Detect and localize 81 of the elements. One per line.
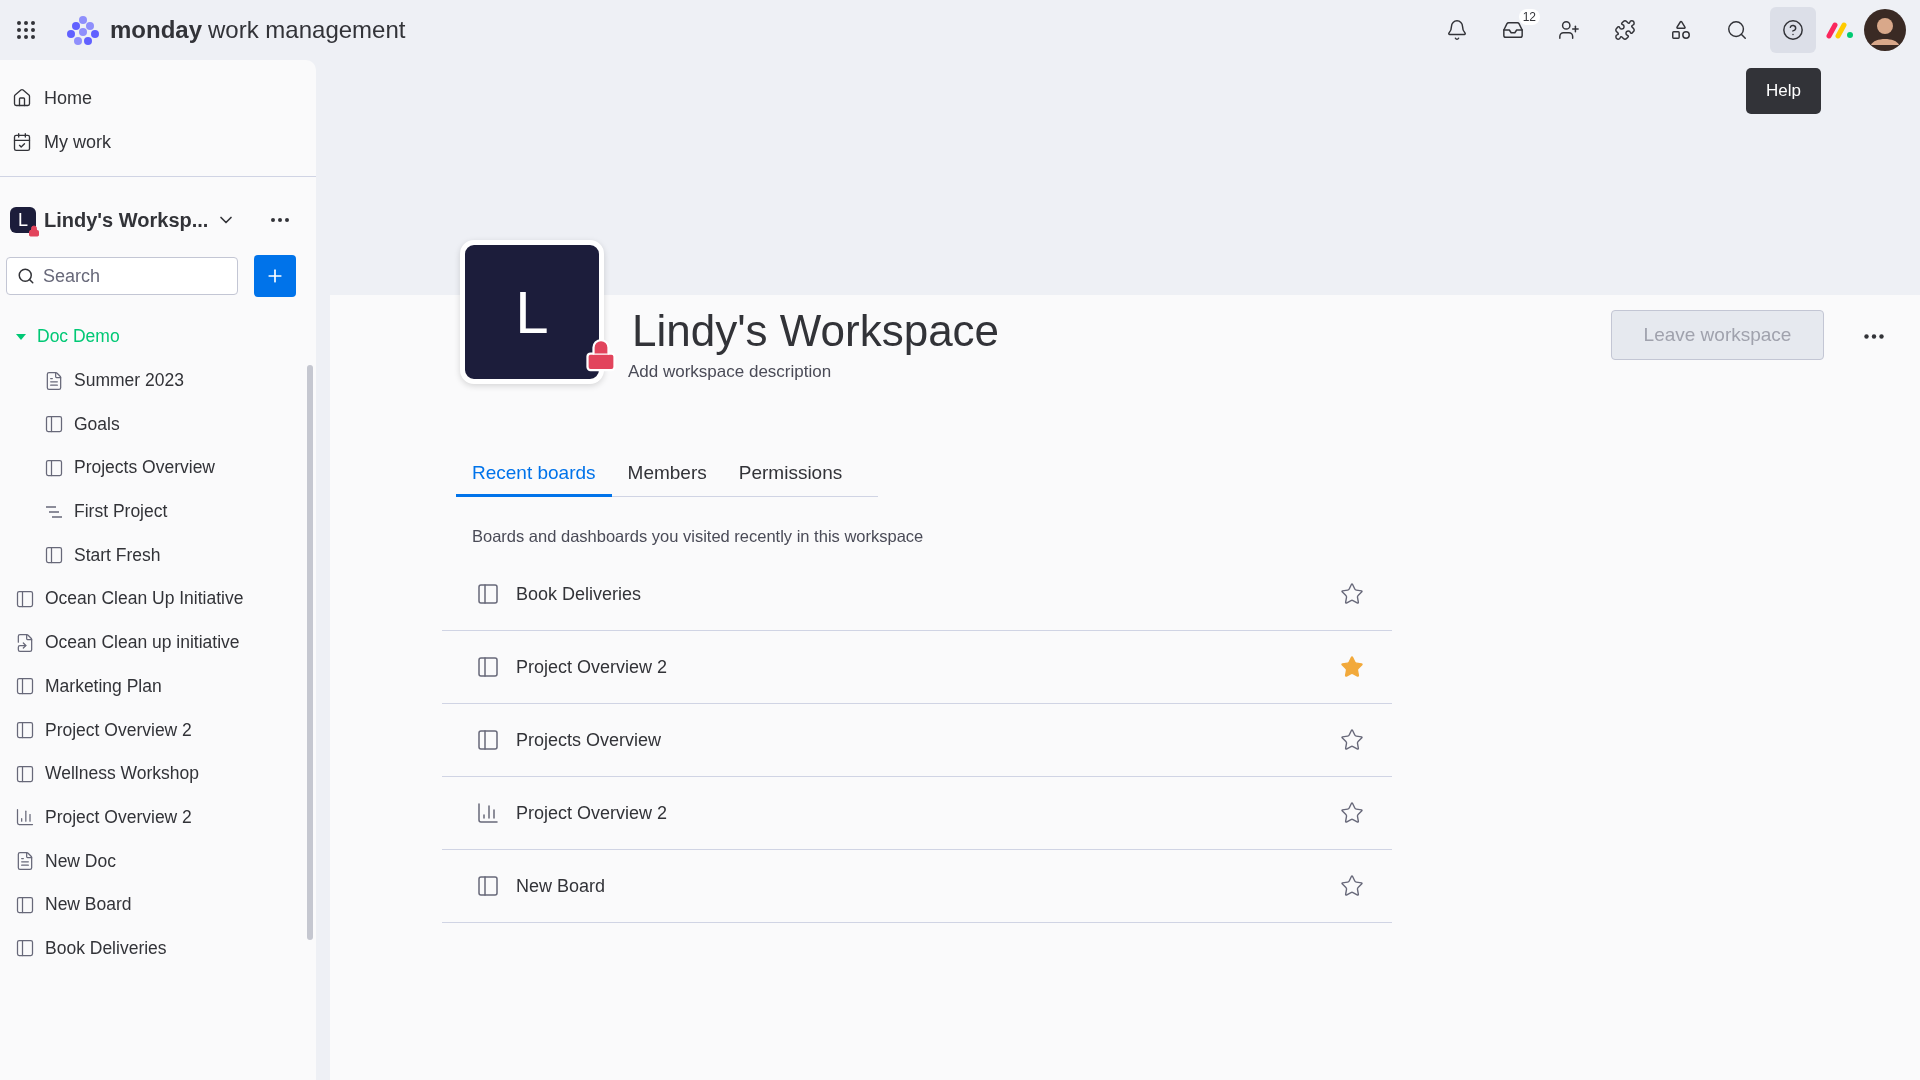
- puzzle-icon: [1614, 19, 1636, 41]
- board-icon: [15, 588, 35, 609]
- sidebar-item[interactable]: First Project: [74, 501, 168, 523]
- home-icon: [12, 88, 32, 108]
- scrollbar[interactable]: [307, 365, 313, 940]
- document-icon: [44, 370, 64, 391]
- sidebar-item[interactable]: Summer 2023: [74, 370, 184, 392]
- search-icon: [1726, 19, 1748, 41]
- shapes-icon: [1670, 19, 1692, 41]
- calendar-check-icon: [12, 132, 32, 152]
- board-icon: [44, 414, 64, 435]
- star-icon[interactable]: [1340, 728, 1364, 752]
- tab[interactable]: Permissions: [722, 462, 859, 497]
- sidebar-item[interactable]: Start Fresh: [74, 544, 161, 566]
- brand-name: monday: [110, 16, 202, 43]
- sidebar-item[interactable]: Ocean Clean up initiative: [45, 632, 240, 654]
- sidebar-item[interactable]: Book Deliveries: [45, 937, 167, 959]
- board-icon: [476, 582, 500, 606]
- logo-icon: [66, 15, 100, 45]
- tab[interactable]: Recent boards: [456, 462, 612, 497]
- help-button[interactable]: [1770, 7, 1816, 53]
- sidebar-item[interactable]: Goals: [74, 413, 120, 435]
- inbox-icon: [1502, 19, 1524, 41]
- board-icon: [15, 720, 35, 741]
- description-field[interactable]: Add workspace description: [628, 362, 1611, 382]
- sidebar-item[interactable]: New Doc: [45, 850, 116, 872]
- board-name: Project Overview 2: [516, 802, 669, 824]
- board-icon: [15, 763, 35, 784]
- star-icon[interactable]: [1340, 801, 1364, 825]
- board-icon: [476, 874, 500, 898]
- product-name: work management: [208, 16, 406, 43]
- board-row[interactable]: Projects Overview: [442, 704, 1392, 777]
- nav-item[interactable]: My work: [44, 131, 111, 153]
- workspace-name[interactable]: Lindy's Worksp...: [44, 208, 209, 232]
- add-button[interactable]: [254, 255, 296, 297]
- board-row[interactable]: Book Deliveries: [442, 558, 1392, 631]
- sidebar-item[interactable]: New Board: [45, 894, 132, 916]
- star-icon[interactable]: [1340, 874, 1364, 898]
- apps-grid-icon[interactable]: [14, 18, 38, 42]
- more-options-button[interactable]: [1864, 334, 1884, 339]
- sidebar-item[interactable]: Ocean Clean Up Initiative: [45, 588, 244, 610]
- help-icon: [1782, 19, 1804, 41]
- star-icon[interactable]: [1340, 655, 1364, 679]
- board-row[interactable]: Project Overview 2: [442, 777, 1392, 850]
- search-field[interactable]: Search: [6, 257, 238, 295]
- caption-text: Boards and dashboards you visited recently in this workspace: [472, 527, 925, 546]
- star-icon[interactable]: [1340, 582, 1364, 606]
- inbox-count-badge: 12: [1518, 9, 1540, 25]
- board-icon: [476, 655, 500, 679]
- colored-logo-icon: [1826, 21, 1854, 39]
- search-icon: [17, 267, 35, 285]
- sidebar-item[interactable]: Projects Overview: [74, 457, 215, 479]
- board-row[interactable]: New Board: [442, 850, 1392, 923]
- user-plus-icon: [1558, 19, 1580, 41]
- chart-icon: [476, 801, 500, 825]
- bell-icon: [1446, 19, 1468, 41]
- file-share-icon: [15, 632, 35, 653]
- board-name: Book Deliveries: [516, 583, 643, 605]
- board-name: New Board: [516, 875, 607, 897]
- sidebar-item[interactable]: Project Overview 2: [45, 806, 192, 828]
- chart-icon: [15, 807, 35, 828]
- board-row[interactable]: Project Overview 2: [442, 631, 1392, 704]
- sidebar-item[interactable]: Project Overview 2: [45, 719, 192, 741]
- board-icon: [44, 545, 64, 566]
- sidebar-item[interactable]: Wellness Workshop: [45, 763, 199, 785]
- board-icon: [15, 938, 35, 959]
- board-name: Project Overview 2: [516, 656, 669, 678]
- workspace-title: Lindy's Workspace: [632, 306, 1001, 356]
- board-icon: [15, 676, 35, 697]
- avatar-icon[interactable]: [1864, 9, 1906, 51]
- lock-icon: [28, 225, 40, 237]
- board-icon: [476, 728, 500, 752]
- tab[interactable]: Members: [611, 462, 723, 497]
- nav-item[interactable]: Home: [44, 87, 92, 109]
- help-tooltip: Help: [1746, 68, 1821, 114]
- board-name: Projects Overview: [516, 729, 663, 751]
- board-icon: [44, 457, 64, 478]
- document-icon: [15, 851, 35, 872]
- board-icon: [15, 894, 35, 915]
- sidebar-item[interactable]: Marketing Plan: [45, 675, 162, 697]
- more-icon: [1864, 334, 1884, 339]
